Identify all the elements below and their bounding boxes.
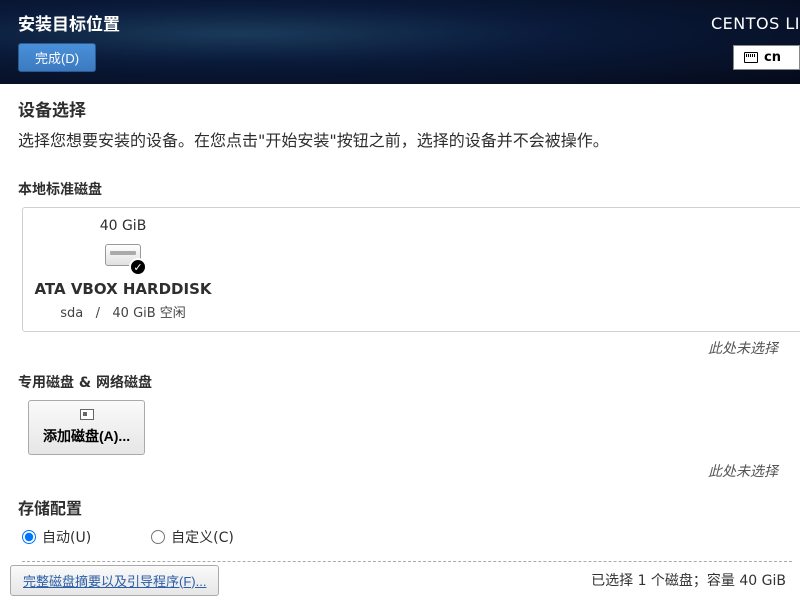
- special-disks-footnote: 此处未选择: [18, 461, 778, 481]
- full-disk-summary-button[interactable]: 完整磁盘摘要以及引导程序(F)...: [10, 565, 219, 596]
- storage-title: 存储配置: [18, 495, 782, 519]
- disk-add-icon: [80, 409, 94, 420]
- radio-auto[interactable]: 自动(U): [22, 527, 91, 547]
- radio-auto-input[interactable]: [22, 530, 36, 544]
- done-button[interactable]: 完成(D): [18, 43, 96, 72]
- keyboard-layout-button[interactable]: cn: [733, 45, 800, 70]
- disk-size: 40 GiB: [23, 218, 223, 234]
- device-selection-desc: 选择您想要安装的设备。在您点击"开始安装"按钮之前，选择的设备并不会被操作。: [18, 127, 782, 151]
- radio-custom-input[interactable]: [151, 530, 165, 544]
- page-title: 安装目标位置: [18, 10, 782, 35]
- device-selection-title: 设备选择: [18, 96, 782, 121]
- storage-config: 存储配置 自动(U) 自定义(C): [18, 495, 782, 562]
- selection-status: 已选择 1 个磁盘；容量 40 GiB: [591, 570, 786, 590]
- check-icon: ✓: [129, 258, 147, 276]
- disk-model: ATA VBOX HARDDISK: [23, 280, 223, 298]
- local-disks-footnote: 此处未选择: [18, 338, 778, 358]
- local-disks-title: 本地标准磁盘: [18, 179, 782, 199]
- lang-code: cn: [764, 50, 781, 65]
- distro-label: CENTOS LI: [711, 14, 800, 33]
- radio-custom[interactable]: 自定义(C): [151, 527, 234, 547]
- bottom-bar: 完整磁盘摘要以及引导程序(F)... 已选择 1 个磁盘；容量 40 GiB: [0, 560, 800, 600]
- keyboard-icon: [744, 52, 758, 63]
- disk-detail: sda / 40 GiB 空闲: [23, 302, 223, 321]
- add-disk-button[interactable]: 添加磁盘(A)...: [28, 400, 145, 455]
- disk-item[interactable]: 40 GiB ✓ ATA VBOX HARDDISK sda / 40 GiB …: [23, 218, 223, 321]
- harddisk-icon: ✓: [105, 242, 141, 274]
- header: 安装目标位置 完成(D) CENTOS LI cn: [0, 0, 800, 84]
- content: 设备选择 选择您想要安装的设备。在您点击"开始安装"按钮之前，选择的设备并不会被…: [0, 84, 800, 574]
- local-disks-box: 40 GiB ✓ ATA VBOX HARDDISK sda / 40 GiB …: [22, 207, 800, 332]
- special-disks-title: 专用磁盘 & 网络磁盘: [18, 372, 782, 392]
